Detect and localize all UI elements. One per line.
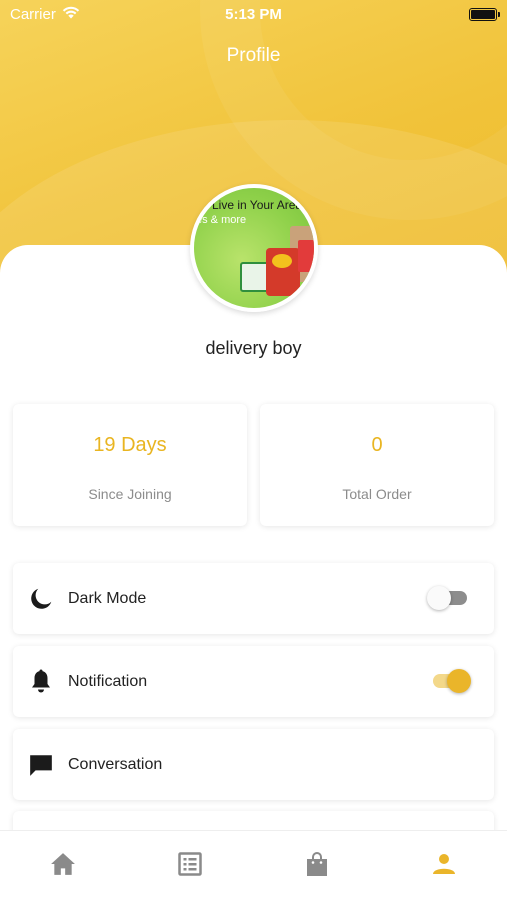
moon-icon xyxy=(27,585,55,613)
bag-icon xyxy=(306,851,328,882)
stat-value: 0 xyxy=(371,434,383,456)
nav-orders-list[interactable] xyxy=(127,831,254,900)
stat-value: 19 Days xyxy=(93,434,167,456)
avatar-banner-text: Live in Your Area xyxy=(212,198,303,212)
nav-home[interactable] xyxy=(0,831,127,900)
list-icon xyxy=(178,851,202,881)
bottom-navigation xyxy=(0,830,507,900)
avatar-banner-subtext: es & more xyxy=(196,214,247,226)
chat-icon xyxy=(27,751,55,779)
user-name: delivery boy xyxy=(205,338,302,358)
product-image xyxy=(266,248,300,296)
wifi-icon xyxy=(62,6,80,23)
stat-label: Since Joining xyxy=(88,486,172,502)
stat-card-since-joining: 19 Days Since Joining xyxy=(13,404,247,526)
menu-item-label: Conversation xyxy=(68,755,163,773)
avatar[interactable]: Live in Your Area es & more xyxy=(190,184,318,312)
product-image xyxy=(298,240,314,272)
person-icon xyxy=(432,853,456,880)
bell-icon xyxy=(27,668,55,696)
carrier-label: Carrier xyxy=(10,5,56,23)
menu-item-label: Notification xyxy=(68,672,148,690)
dark-mode-toggle[interactable] xyxy=(427,586,467,610)
home-icon xyxy=(50,852,76,881)
toggle-knob xyxy=(447,669,471,693)
nav-profile[interactable] xyxy=(380,831,507,900)
stat-card-total-order: 0 Total Order xyxy=(260,404,494,526)
status-bar: Carrier 5:13 PM xyxy=(0,0,507,28)
stat-label: Total Order xyxy=(342,486,412,502)
menu-item-notification[interactable]: Notification xyxy=(13,646,494,717)
toggle-knob xyxy=(427,586,451,610)
notification-toggle[interactable] xyxy=(427,669,471,693)
page-title: Profile xyxy=(226,45,281,66)
nav-shopping-bag[interactable] xyxy=(254,831,381,900)
battery-icon xyxy=(469,7,500,21)
status-carrier-group: Carrier xyxy=(10,6,80,23)
menu-item-dark-mode[interactable]: Dark Mode xyxy=(13,563,494,634)
menu-item-label: Dark Mode xyxy=(68,589,147,607)
menu-item-conversation[interactable]: Conversation xyxy=(13,729,494,800)
